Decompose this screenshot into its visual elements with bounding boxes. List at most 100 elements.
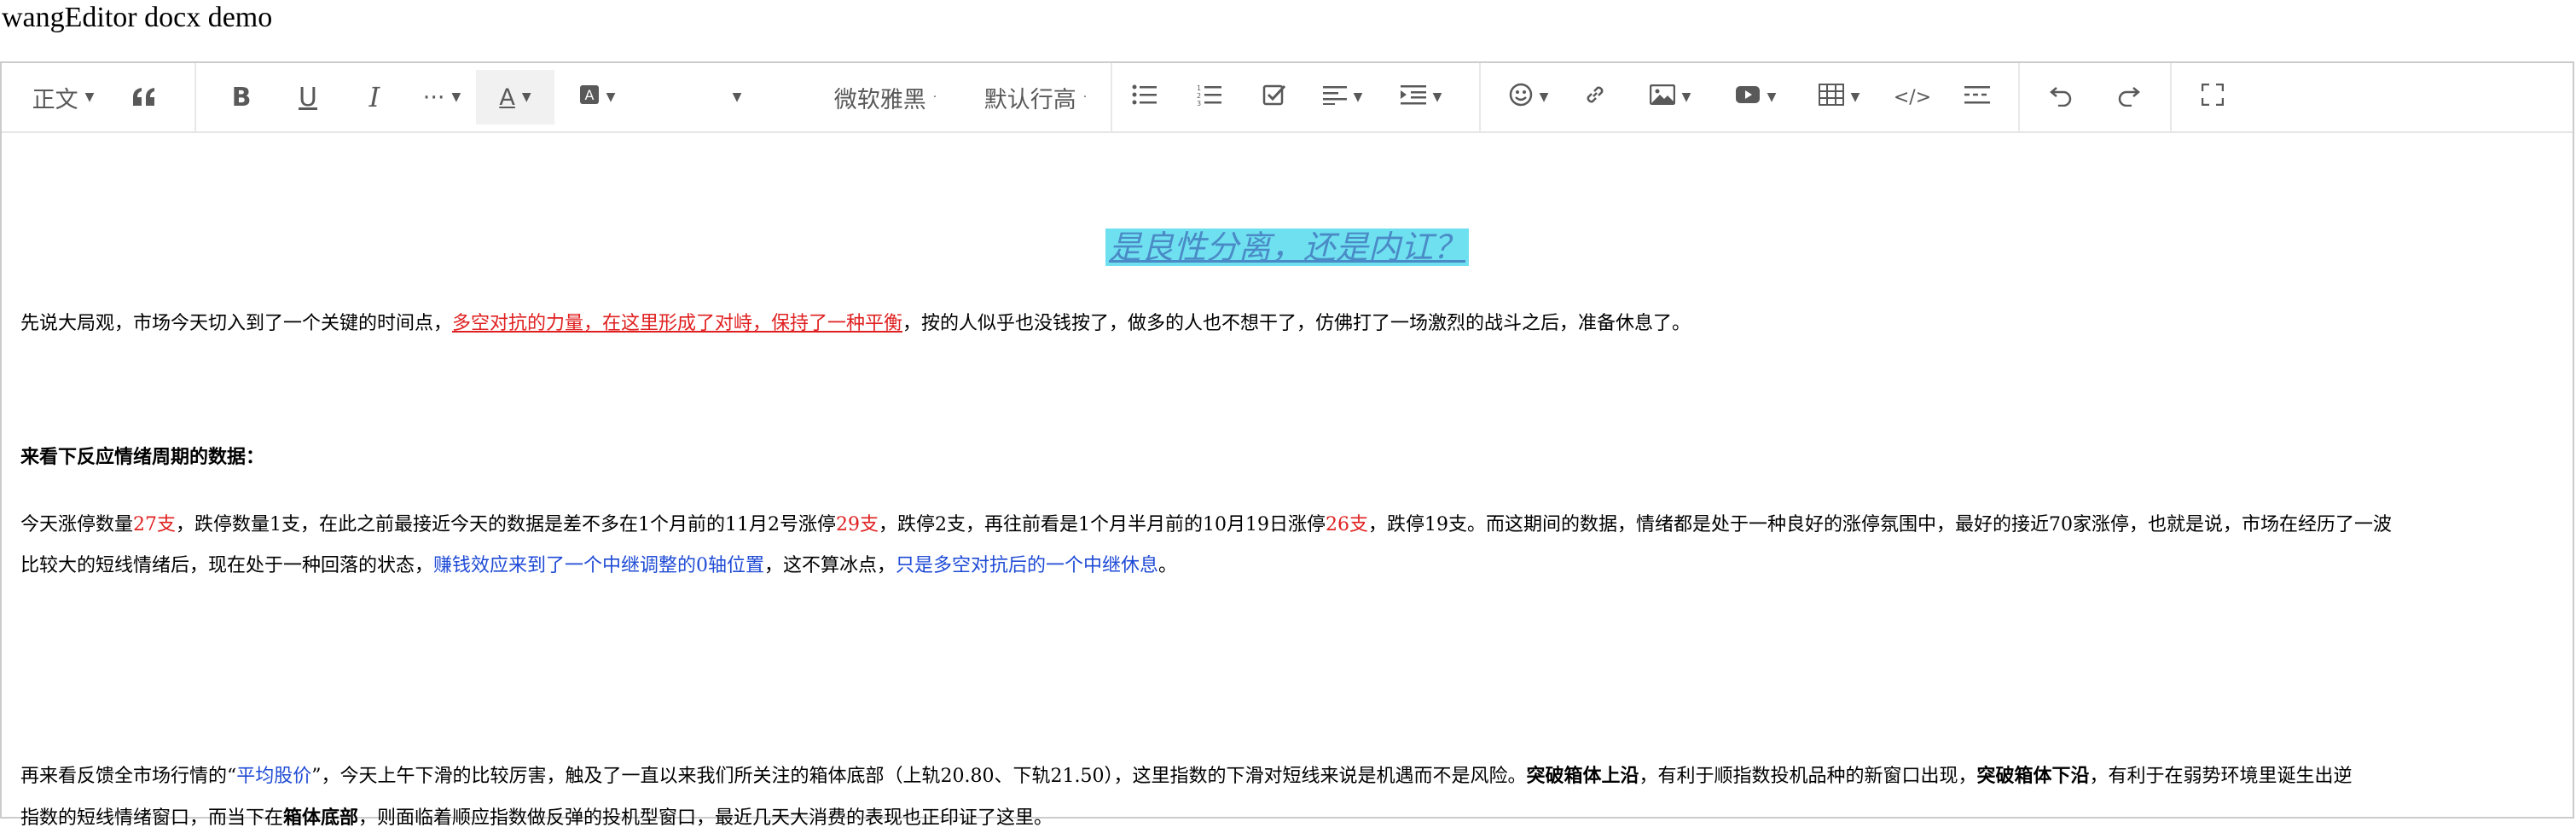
paragraph-3-line-1: 今天涨停数量27支，跌停数量1支，在此之前最接近今天的数据是差不多在1个月前的1… [20,505,2554,546]
paragraph-3-text: ，这不算冰点， [764,555,896,576]
chevron-down-icon: · [932,90,937,104]
paragraph-1-text: 先说大局观，市场今天切入到了一个关键的时间点， [20,313,453,334]
table-button[interactable]: ▼ [1798,70,1880,124]
paragraph-4-bold: 箱体底部 [283,807,359,829]
align-left-icon [1322,84,1347,111]
code-icon: </> [1893,86,1932,108]
paragraph-1: 先说大局观，市场今天切入到了一个关键的时间点，多空对抗的力量，在这里形成了对峙，… [20,304,2554,344]
fullscreen-button[interactable] [2180,70,2245,124]
paragraph-4-text: ，则面临着顺应指数做反弹的投机型窗口，最近几天大消费的表现也正印证了这里。 [358,807,1053,829]
paragraph-4-bold: 突破箱体上沿 [1526,765,1639,787]
editor-toolbar: 正文 ▼ B U I ··· ▼ A ▼ A ▼ ▼ 微软雅黑 · 默认行高 · 123 ▼… [2,63,2573,133]
chevron-down-icon: ▼ [451,90,461,104]
chevron-down-icon: ▼ [606,90,616,104]
more-styles-button[interactable]: ··· ▼ [408,70,476,124]
paragraph-3-text: 。 [1158,555,1178,576]
italic-button[interactable]: I [341,70,408,124]
toolbar-divider [194,63,196,131]
paragraph-3-highlight: 赚钱效应来到了一个中继调整的0轴位置 [433,555,765,576]
paragraph-2: 来看下反应情绪周期的数据： [20,446,265,468]
paragraph-3-text: 今天涨停数量 [20,514,134,535]
code-button[interactable]: </> [1880,70,1945,124]
indent-icon [1400,84,1426,111]
link-button[interactable] [1563,70,1627,124]
undo-button[interactable] [2028,70,2095,124]
numbered-list-icon: 123 [1197,84,1222,112]
bold-icon: B [231,82,252,113]
font-size-select[interactable]: ▼ [708,70,759,124]
numbered-list-button[interactable]: 123 [1177,70,1242,124]
line-height-select[interactable]: 默认行高 · [960,70,1111,124]
blockquote-button[interactable] [114,70,174,124]
paragraph-4-text: 再来看反馈全市场行情的“ [20,766,237,787]
background-color-icon: A [579,84,600,111]
indent-button[interactable]: ▼ [1378,70,1464,124]
paragraph-4-bold: 突破箱体下沿 [1976,765,2090,787]
paragraph-3-text: ，跌停2支，再往前看是1个月半月前的10月19日涨停 [879,514,1326,535]
chevron-down-icon: ▼ [1767,90,1777,104]
headline-text: 是良性分离，还是内讧？ [1105,229,1469,266]
paragraph-4-line-1: 再来看反馈全市场行情的“平均股价”，今天上午下滑的比较厉害，触及了一直以来我们所… [20,755,2554,797]
svg-text:3: 3 [1197,100,1201,106]
chevron-down-icon: ▼ [1539,90,1549,104]
table-icon [1818,83,1844,112]
paragraph-1-highlight: 多空对抗的力量，在这里形成了对峙，保持了一种平衡 [452,313,903,334]
checkbox-icon [1262,83,1286,113]
paragraph-4-text: 指数的短线情绪窗口，而当下在 [20,807,284,829]
bold-button[interactable]: B [208,70,275,124]
smile-icon [1509,83,1533,113]
toolbar-divider [2018,63,2020,131]
quote-icon [131,87,157,107]
image-button[interactable]: ▼ [1627,70,1713,124]
chevron-down-icon: ▼ [521,90,531,104]
paragraph-4-highlight: 平均股价 [236,766,312,787]
toolbar-divider [2170,63,2172,131]
fullscreen-icon [2201,83,2225,112]
divider-button[interactable] [1945,70,2010,124]
undo-icon [2050,83,2074,113]
paragraph-3-line-2: 比较大的短线情绪后，现在处于一种回落的状态，赚钱效应来到了一个中继调整的0轴位置… [20,546,2554,587]
heading-select-label: 正文 [32,86,78,113]
video-button[interactable]: ▼ [1713,70,1798,124]
chevron-down-icon: ▼ [1850,90,1860,104]
underline-button[interactable]: U [275,70,341,124]
chevron-down-icon: ▼ [732,90,742,104]
link-icon [1583,83,1607,113]
redo-icon [2116,83,2140,113]
toolbar-divider [1479,63,1481,131]
underline-icon: U [299,82,317,113]
background-color-button[interactable]: A ▼ [554,70,640,124]
paragraph-4-text: ，有利于顺指数投机品种的新窗口出现， [1639,766,1977,787]
paragraph-3-highlight: 只是多空对抗后的一个中继休息 [896,555,1159,576]
editor: 正文 ▼ B U I ··· ▼ A ▼ A ▼ ▼ 微软雅黑 · 默认行高 · 123 ▼… [0,61,2574,829]
redo-button[interactable] [2095,70,2161,124]
paragraph-3-count: 29支 [836,514,879,535]
chevron-down-icon: ▼ [84,90,95,104]
italic-icon: I [368,81,380,113]
video-icon [1735,84,1761,111]
bulleted-list-button[interactable] [1112,70,1177,124]
paragraph-1-text: ，按的人似乎也没钱按了，做多的人也不想干了，仿佛打了一场激烈的战斗之后，准备休息… [902,313,1691,334]
paragraph-4-text: ”，今天上午下滑的比较厉害，触及了一直以来我们所关注的箱体底部（上轨20.80、… [311,766,1527,787]
paragraph-4: 再来看反馈全市场行情的“平均股价”，今天上午下滑的比较厉害，触及了一直以来我们所… [20,755,2554,839]
align-button[interactable]: ▼ [1307,70,1378,124]
font-family-select[interactable]: 微软雅黑 · [810,70,960,124]
document-headline: 是良性分离，还是内讧？ [2,227,2573,268]
heading-select[interactable]: 正文 ▼ [12,70,114,124]
paragraph-3-text: ，跌停数量1支，在此之前最接近今天的数据是差不多在1个月前的11月2号涨停 [176,514,837,535]
paragraph-3-count: 27支 [133,514,177,535]
editor-content[interactable]: 是良性分离，还是内讧？ 先说大局观，市场今天切入到了一个关键的时间点，多空对抗的… [2,133,2573,829]
chevron-down-icon: ▼ [1681,90,1691,104]
todo-button[interactable] [1242,70,1307,124]
more-icon: ··· [422,84,445,111]
emoji-button[interactable]: ▼ [1494,70,1563,124]
font-color-button[interactable]: A ▼ [476,70,554,124]
paragraph-3-text: ，跌停19支。而这期间的数据，情绪都是处于一种良好的涨停氛围中，最好的接近70家… [1368,514,2392,535]
paragraph-3-text: 比较大的短线情绪后，现在处于一种回落的状态， [20,555,434,576]
chevron-down-icon: ▼ [1353,90,1363,104]
svg-text:2: 2 [1197,92,1201,100]
paragraph-3: 今天涨停数量27支，跌停数量1支，在此之前最接近今天的数据是差不多在1个月前的1… [20,505,2554,587]
image-icon [1649,84,1675,111]
chevron-down-icon: · [1082,90,1088,104]
chevron-down-icon: ▼ [1432,90,1442,104]
